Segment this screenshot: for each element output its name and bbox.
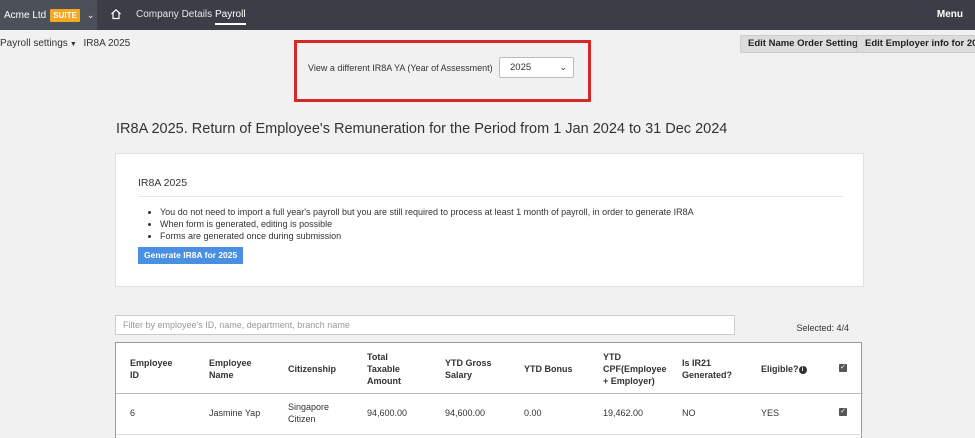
suite-badge: SUITE xyxy=(50,8,80,22)
edit-employer-info-button[interactable]: Edit Employer info for 2025 xyxy=(857,35,975,53)
menu-button[interactable]: Menu xyxy=(937,9,963,20)
employee-filter-input[interactable]: Filter by employee's ID, name, departmen… xyxy=(115,315,735,335)
cell-ytd-gross: 94,600.00 xyxy=(445,408,486,418)
col-ytd-bonus: YTD Bonus xyxy=(524,364,573,374)
ya-selector-label: View a different IR8A YA (Year of Assess… xyxy=(308,63,493,73)
company-switcher[interactable]: Acme Ltd SUITE ⌄ xyxy=(0,0,97,30)
employee-table: Employee ID Employee Name Citizenship To… xyxy=(115,342,863,438)
select-all-checkbox[interactable]: ✓ xyxy=(839,364,847,372)
col-ytd-cpf: YTD CPF(Employee + Employer) xyxy=(603,352,667,386)
cell-id: 6 xyxy=(130,408,136,418)
ya-select[interactable]: 2025 ⌄ xyxy=(499,57,574,78)
list-item: You do not need to import a full year's … xyxy=(160,206,694,218)
company-name: Acme Ltd xyxy=(4,9,47,21)
col-employee-name: Employee Name xyxy=(209,358,252,380)
col-total-taxable: Total Taxable Amount xyxy=(367,352,401,386)
cell-name[interactable]: Jasmine Yap xyxy=(209,407,260,419)
edit-name-order-button[interactable]: Edit Name Order Setting xyxy=(740,35,866,53)
breadcrumb: Payroll settings ▼ IR8A 2025 xyxy=(0,38,130,49)
col-employee-id: Employee ID xyxy=(130,358,173,380)
ir8a-info-card: IR8A 2025 You do not need to import a fu… xyxy=(115,153,864,287)
info-icon[interactable]: i xyxy=(798,365,807,374)
selected-count: Selected: 4/4 xyxy=(796,323,849,333)
cell-ytd-cpf: 19,462.00 xyxy=(603,408,644,418)
breadcrumb-current: IR8A 2025 xyxy=(83,38,131,49)
list-item: Forms are generated once during submissi… xyxy=(160,230,694,242)
top-navbar: Acme Ltd SUITE ⌄ Company Details Payroll… xyxy=(0,0,975,30)
page-title: IR8A 2025. Return of Employee's Remunera… xyxy=(116,121,728,137)
row-checkbox[interactable]: ✓ xyxy=(839,408,847,416)
col-ytd-gross: YTD Gross Salary xyxy=(445,358,492,380)
home-icon[interactable] xyxy=(110,8,122,20)
ya-select-value: 2025 xyxy=(510,62,532,73)
nav-payroll[interactable]: Payroll xyxy=(215,9,246,25)
chevron-down-icon: ⌄ xyxy=(559,62,567,72)
divider xyxy=(138,196,843,197)
chevron-down-icon: ⌄ xyxy=(86,9,95,20)
nav-company-details[interactable]: Company Details xyxy=(136,9,212,20)
ya-selector-highlight: View a different IR8A YA (Year of Assess… xyxy=(294,40,591,102)
header-divider xyxy=(116,393,863,394)
caret-down-icon[interactable]: ▼ xyxy=(70,41,77,48)
col-citizenship: Citizenship xyxy=(288,364,337,374)
cell-eligible: YES xyxy=(761,408,780,418)
col-ir21: Is IR21 Generated? xyxy=(682,358,733,380)
row-divider xyxy=(116,434,863,435)
list-item: When form is generated, editing is possi… xyxy=(160,218,694,230)
col-eligible: Eligible? i xyxy=(761,363,807,375)
info-list: You do not need to import a full year's … xyxy=(160,206,694,242)
breadcrumb-payroll-settings[interactable]: Payroll settings xyxy=(0,38,68,49)
cell-ir21: NO xyxy=(682,408,696,418)
cell-ytd-bonus: 0.00 xyxy=(524,408,542,418)
card-title: IR8A 2025 xyxy=(138,177,188,189)
generate-ir8a-button[interactable]: Generate IR8A for 2025 xyxy=(138,247,244,264)
cell-total-taxable: 94,600.00 xyxy=(367,408,408,418)
cell-citizenship: Singapore Citizen xyxy=(288,402,330,424)
